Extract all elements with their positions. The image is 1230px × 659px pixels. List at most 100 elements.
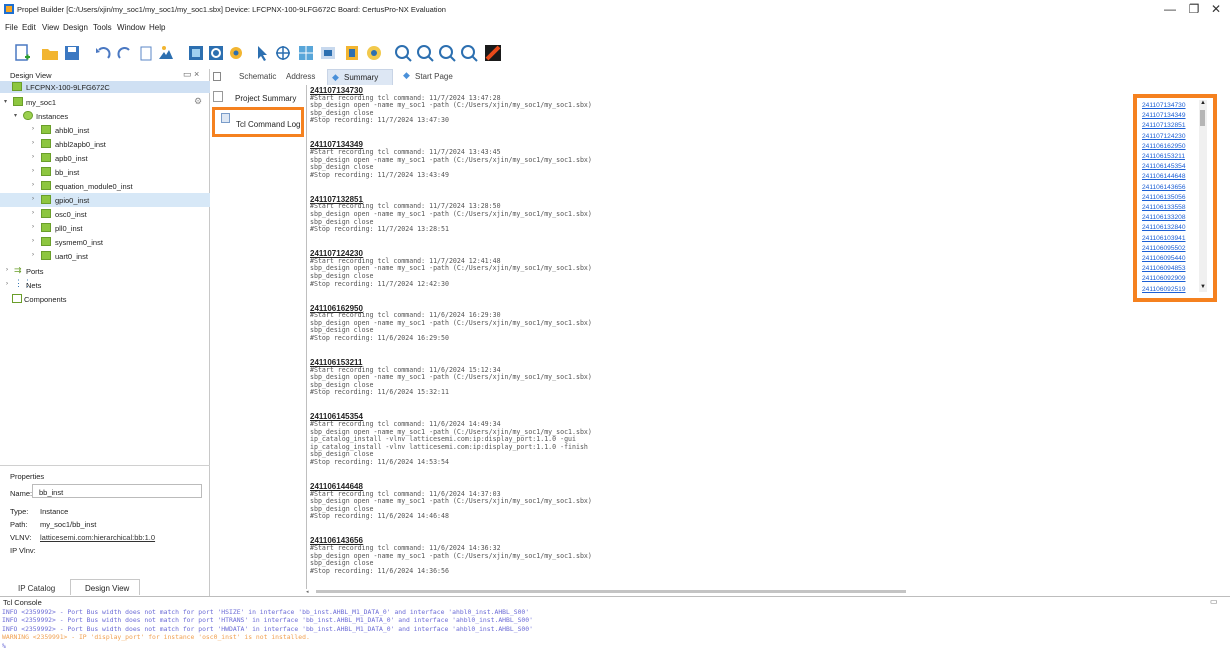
expand-icon[interactable]: › — [32, 196, 34, 202]
menu-view[interactable]: View — [42, 23, 59, 32]
move-icon[interactable] — [273, 43, 293, 63]
close-button[interactable]: ✕ — [1205, 2, 1227, 16]
scroll-thumb[interactable] — [1200, 110, 1205, 126]
horizontal-scrollbar[interactable]: ◂ — [306, 589, 1226, 595]
log-link[interactable]: 241106133558 — [1142, 204, 1186, 211]
tab-address[interactable]: Address — [286, 72, 315, 81]
log-link[interactable]: 241107134730 — [1142, 102, 1186, 109]
tab-summary[interactable]: ◆ Summary — [327, 69, 393, 85]
vlnv-value[interactable]: latticesemi.com:hierarchical:bb:1.0 — [40, 533, 155, 542]
new-icon[interactable] — [12, 43, 32, 63]
nav-tcl-command-log[interactable]: Tcl Command Log — [212, 107, 304, 137]
pan-icon[interactable] — [318, 43, 338, 63]
log-link[interactable]: 241107132851 — [1142, 122, 1186, 129]
instance-row-apb0_inst[interactable]: › apb0_inst — [0, 151, 210, 165]
instance-row-equation_module0_inst[interactable]: › equation_module0_inst — [0, 179, 210, 193]
menu-design[interactable]: Design — [63, 23, 88, 32]
menu-tools[interactable]: Tools — [93, 23, 112, 32]
expand-icon[interactable]: › — [6, 267, 8, 273]
export-icon[interactable] — [156, 43, 176, 63]
scroll-down-icon[interactable]: ▼ — [1200, 284, 1206, 290]
open-icon[interactable] — [40, 43, 60, 63]
log-link[interactable]: 241106103941 — [1142, 235, 1186, 242]
scroll-left-icon[interactable]: ◂ — [306, 589, 316, 595]
menu-file[interactable]: File — [5, 23, 18, 32]
save-icon[interactable] — [62, 43, 82, 63]
tree-root[interactable]: ▾ my_soc1 ⚙ — [0, 95, 210, 109]
gear-icon[interactable] — [226, 43, 246, 63]
expand-icon[interactable]: › — [6, 281, 8, 287]
log-link[interactable]: 241107134349 — [1142, 112, 1186, 119]
instance-row-pll0_inst[interactable]: › pll0_inst — [0, 221, 210, 235]
nav-project-summary[interactable]: Project Summary — [235, 94, 296, 103]
expand-icon[interactable]: › — [32, 154, 34, 160]
zoom-in-icon[interactable] — [393, 43, 413, 63]
instance-row-sysmem0_inst[interactable]: › sysmem0_inst — [0, 235, 210, 249]
log-link[interactable]: 241107124230 — [1142, 133, 1186, 140]
menu-help[interactable]: Help — [149, 23, 165, 32]
panel-close-icon[interactable]: ▭ × — [183, 69, 199, 80]
menu-edit[interactable]: Edit — [22, 23, 36, 32]
settings-gear-icon[interactable]: ⚙ — [194, 96, 202, 107]
undo-icon[interactable] — [93, 43, 113, 63]
build-icon[interactable] — [186, 43, 206, 63]
log-link[interactable]: 241106133208 — [1142, 214, 1186, 221]
tab-ip-catalog[interactable]: IP Catalog — [18, 584, 55, 593]
redo-icon[interactable] — [115, 43, 135, 63]
log-link[interactable]: 241106162950 — [1142, 143, 1186, 150]
zoom-area-icon[interactable] — [437, 43, 457, 63]
expand-icon[interactable]: › — [32, 238, 34, 244]
instance-row-ahbl2apb0_inst[interactable]: › ahbl2apb0_inst — [0, 137, 210, 151]
zoom-out-icon[interactable] — [415, 43, 435, 63]
log-link[interactable]: 241106132840 — [1142, 224, 1186, 231]
settings-icon[interactable] — [364, 43, 384, 63]
copy-icon[interactable] — [136, 43, 156, 63]
console-restore-icon[interactable]: ▭ — [1210, 597, 1218, 606]
tab-design-view[interactable]: Design View — [70, 579, 140, 595]
zoom-reset-icon[interactable] — [459, 43, 479, 63]
instance-row-bb_inst[interactable]: › bb_inst — [0, 165, 210, 179]
instance-row-ahbl0_inst[interactable]: › ahbl0_inst — [0, 123, 210, 137]
expand-icon[interactable]: ▾ — [14, 112, 17, 119]
horizontal-scroll-thumb[interactable] — [316, 590, 906, 593]
link-list-scrollbar[interactable]: ▲ ▼ — [1199, 100, 1207, 292]
tree-components[interactable]: Components — [0, 292, 210, 306]
log-link[interactable]: 241106153211 — [1142, 153, 1185, 160]
select-icon[interactable] — [252, 43, 272, 63]
expand-icon[interactable]: › — [32, 224, 34, 230]
maximize-button[interactable]: ❐ — [1183, 2, 1205, 16]
log-link[interactable]: 241106144648 — [1142, 173, 1186, 180]
expand-icon[interactable]: ▾ — [4, 98, 7, 105]
zoom-fit-icon[interactable] — [206, 43, 226, 63]
device-row[interactable]: LFCPNX-100-9LFG672C — [0, 81, 210, 93]
instance-row-gpio0_inst[interactable]: › gpio0_inst — [0, 193, 210, 207]
log-link[interactable]: 241106143656 — [1142, 184, 1186, 191]
tab-start-page[interactable]: Start Page — [415, 72, 453, 81]
expand-icon[interactable]: › — [32, 168, 34, 174]
menu-window[interactable]: Window — [117, 23, 145, 32]
log-link[interactable]: 241106095502 — [1142, 245, 1186, 252]
expand-icon[interactable]: › — [32, 252, 34, 258]
validate-icon[interactable] — [342, 43, 362, 63]
expand-icon[interactable]: › — [32, 140, 34, 146]
tree-nets[interactable]: › ⋮⋮ Nets — [0, 278, 210, 292]
expand-icon[interactable]: › — [32, 182, 34, 188]
log-link[interactable]: 241106095440 — [1142, 255, 1186, 262]
instance-row-uart0_inst[interactable]: › uart0_inst — [0, 249, 210, 263]
log-link[interactable]: 241106092909 — [1142, 275, 1186, 282]
log-link[interactable]: 241106092519 — [1142, 286, 1186, 293]
tab-schematic[interactable]: Schematic — [239, 72, 276, 81]
log-link[interactable]: 241106145354 — [1142, 163, 1186, 170]
grid-icon[interactable] — [296, 43, 316, 63]
scroll-up-icon[interactable]: ▲ — [1200, 100, 1206, 106]
log-link[interactable]: 241106094853 — [1142, 265, 1186, 272]
tree-ports[interactable]: › ⇉ Ports — [0, 264, 210, 278]
name-field[interactable]: bb_inst — [32, 484, 202, 498]
tree-instances[interactable]: ▾ Instances — [0, 109, 210, 123]
log-link[interactable]: 241106135056 — [1142, 194, 1186, 201]
expand-icon[interactable]: › — [32, 210, 34, 216]
report-icon[interactable] — [483, 43, 503, 63]
expand-icon[interactable]: › — [32, 126, 34, 132]
instance-row-osc0_inst[interactable]: › osc0_inst — [0, 207, 210, 221]
minimize-button[interactable]: — — [1159, 2, 1181, 16]
